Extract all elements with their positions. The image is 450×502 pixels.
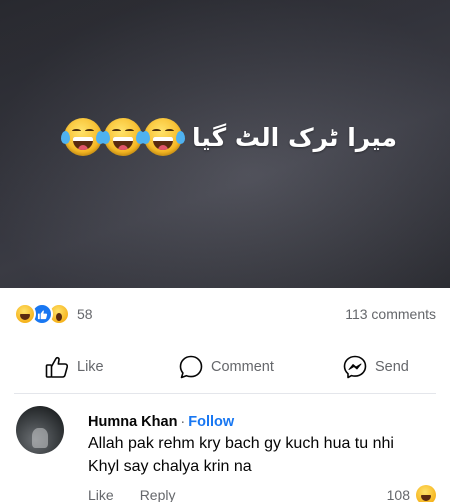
comment-button[interactable]: Comment xyxy=(178,354,274,380)
comment-reply-button[interactable]: Reply xyxy=(140,487,176,502)
like-button-label: Like xyxy=(77,359,104,375)
comment-header: Humna Khan · Follow xyxy=(88,414,234,430)
reaction-count: 58 xyxy=(77,306,93,322)
follow-button[interactable]: Follow xyxy=(188,414,234,430)
laughing-tears-emoji-icon xyxy=(101,118,145,156)
reactions-summary: 58 113 comments xyxy=(14,302,436,326)
reactions-button[interactable]: 58 xyxy=(14,303,93,325)
comment-reactions[interactable]: 108 xyxy=(387,485,436,502)
caption-emojis xyxy=(61,118,185,156)
thumbs-up-icon xyxy=(45,356,69,378)
divider xyxy=(14,393,436,394)
haha-reaction-icon xyxy=(14,303,36,325)
comment-author-name[interactable]: Humna Khan xyxy=(88,414,177,430)
comments-count-link[interactable]: 113 comments xyxy=(345,306,436,322)
post-caption-row: میرا ٹرک الٹ گیا xyxy=(61,112,398,162)
post-caption-text: میرا ٹرک الٹ گیا xyxy=(192,122,398,152)
comment-item: Humna Khan · Follow Allah pak rehm kry b… xyxy=(14,400,436,502)
comment-bubble-icon xyxy=(179,355,203,379)
like-button[interactable]: Like xyxy=(44,354,104,380)
send-button[interactable]: Send xyxy=(342,354,409,380)
post-action-bar: Like Comment Send xyxy=(0,350,450,384)
laughing-tears-emoji-icon xyxy=(141,118,185,156)
comment-reaction-count: 108 xyxy=(386,487,410,502)
messenger-icon xyxy=(343,355,367,379)
comment-text: Allah pak rehm kry bach gy kuch hua tu n… xyxy=(88,435,394,475)
separator-dot: · xyxy=(180,414,186,430)
haha-reaction-icon xyxy=(416,485,436,502)
laughing-tears-emoji-icon xyxy=(61,118,105,156)
avatar[interactable] xyxy=(16,406,64,454)
reaction-icons xyxy=(14,303,70,325)
send-button-label: Send xyxy=(375,359,409,375)
comment-like-button[interactable]: Like xyxy=(88,487,114,502)
comment-footer: Like Reply 108 xyxy=(88,485,436,502)
comment-button-label: Comment xyxy=(211,359,274,375)
post-image[interactable]: میرا ٹرک الٹ گیا xyxy=(0,0,450,288)
